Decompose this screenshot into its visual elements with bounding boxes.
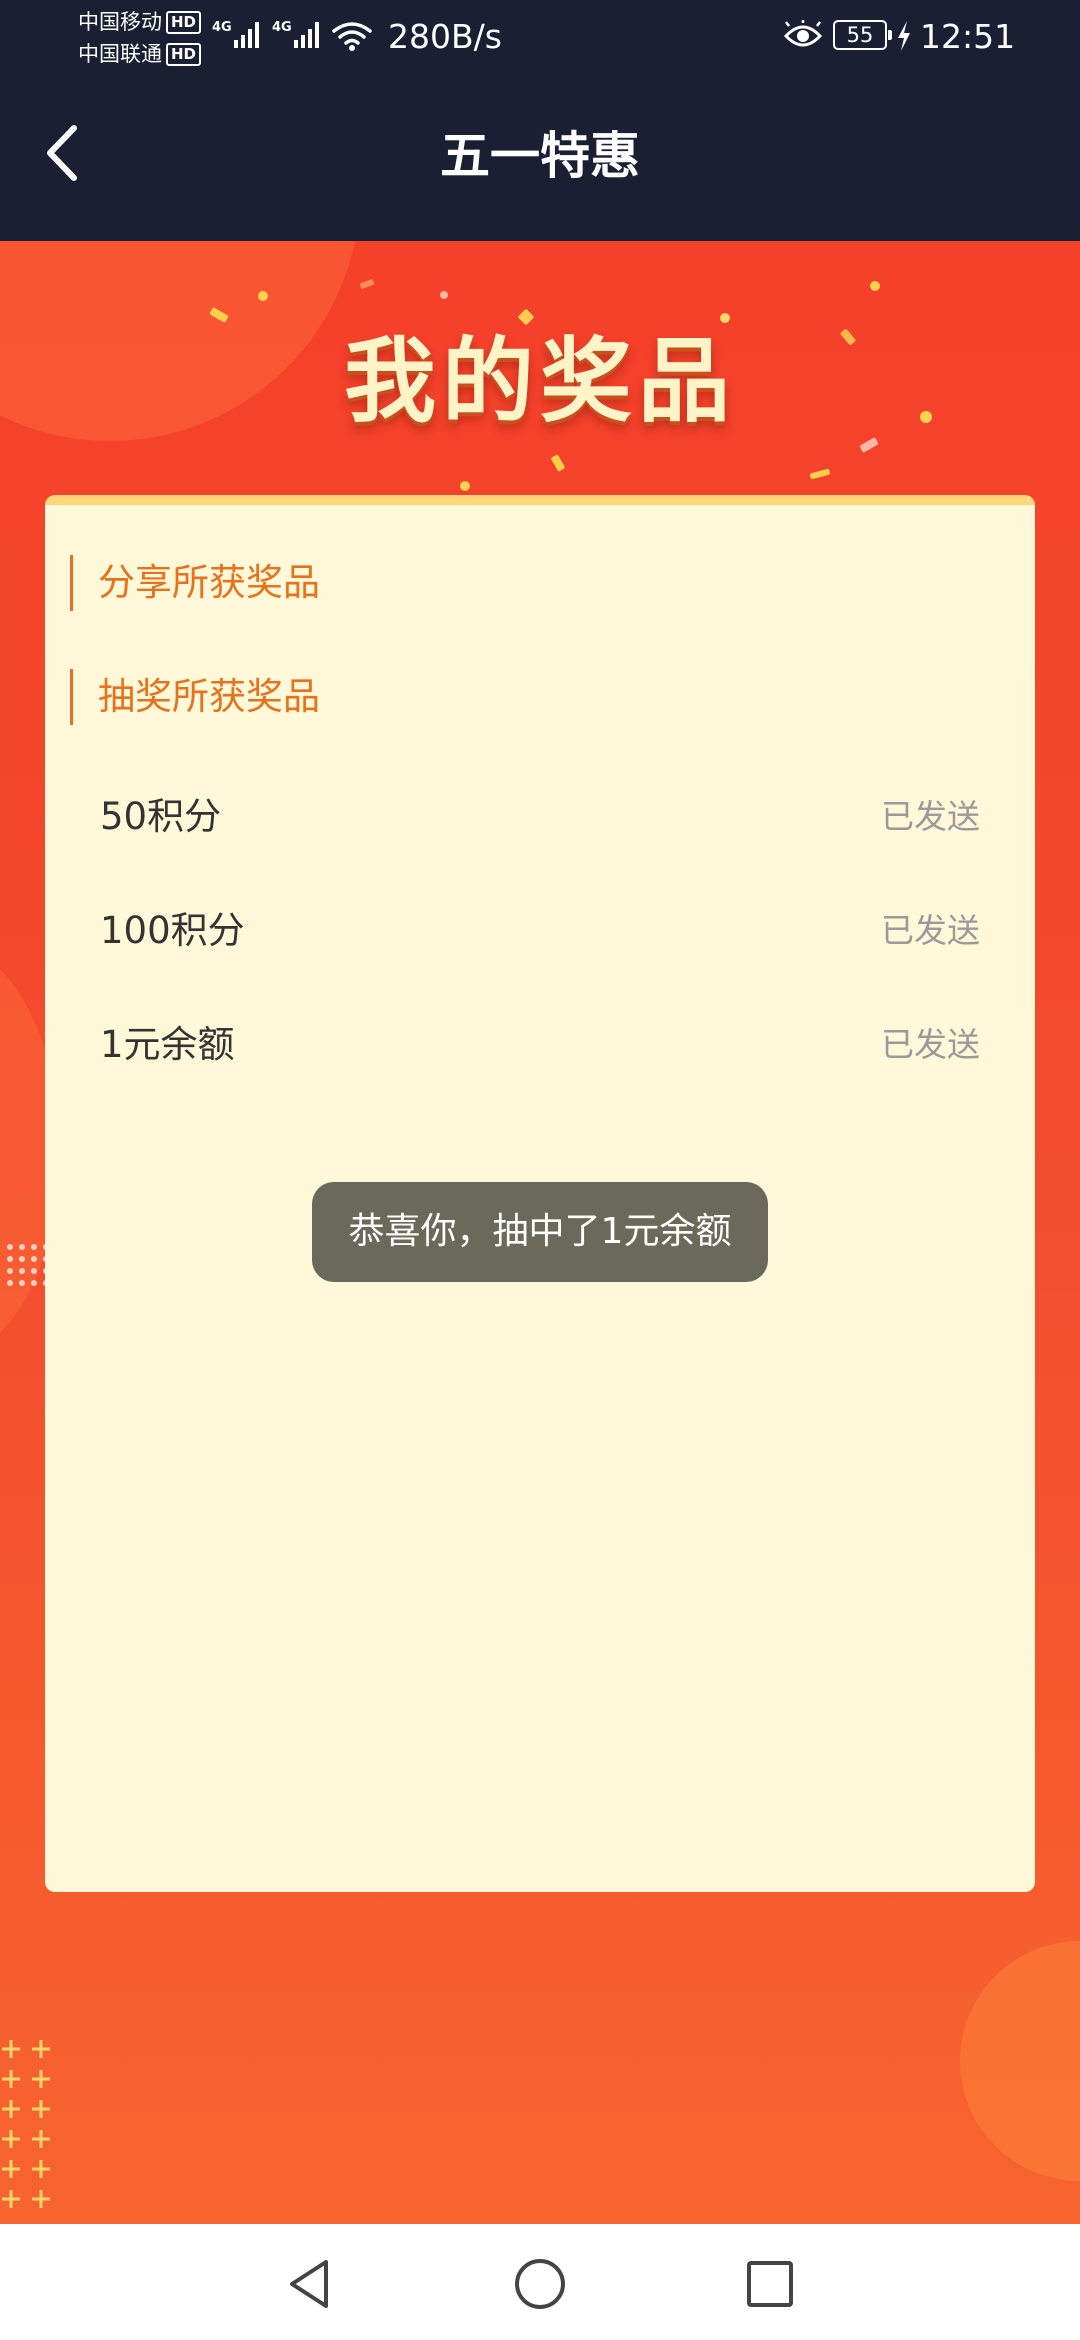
confetti-piece	[720, 313, 730, 323]
share-prizes-heading: 分享所获奖品	[70, 555, 320, 611]
confetti-piece	[440, 291, 448, 299]
triangle-back-icon	[290, 2260, 328, 2308]
confetti-piece	[359, 278, 375, 290]
prize-status: 已发送	[881, 797, 980, 836]
plus-grid-decoration	[2, 2040, 50, 2208]
confetti-piece	[550, 454, 566, 472]
signal-icon-2: 4G	[272, 20, 322, 48]
confetti-piece	[870, 281, 880, 291]
confetti-piece	[517, 308, 535, 326]
system-navigation-bar	[0, 2224, 1080, 2340]
confetti-piece	[809, 468, 831, 480]
charging-bolt-icon	[898, 21, 910, 51]
nav-recent-apps-button[interactable]	[740, 2254, 800, 2314]
toast-message: 恭喜你，抽中了1元余额	[312, 1182, 768, 1282]
carrier-info: 中国移动 HD 中国联通 HD	[78, 6, 202, 70]
carrier-2: 中国联通 HD	[78, 38, 202, 70]
network-tag-2: 4G	[272, 20, 292, 35]
carrier-1-name: 中国移动	[78, 10, 162, 34]
prize-row: 50积分 已发送	[100, 789, 980, 845]
prize-row: 100积分 已发送	[100, 903, 980, 959]
network-tag-1: 4G	[212, 20, 232, 35]
battery-icon: 55	[833, 20, 892, 50]
status-bar: 中国移动 HD 中国联通 HD 4G 4G 280B/s 55 12:51	[0, 0, 1080, 76]
lottery-prizes-heading: 抽奖所获奖品	[70, 669, 320, 725]
clock: 12:51	[920, 17, 1016, 56]
signal-icon-1: 4G	[212, 20, 262, 48]
decorative-circle	[960, 1941, 1080, 2181]
network-speed: 280B/s	[388, 17, 502, 56]
prize-row: 1元余额 已发送	[100, 1017, 980, 1073]
carrier-1-hd-badge: HD	[166, 10, 202, 34]
prize-status: 已发送	[881, 1025, 980, 1064]
eye-comfort-icon	[783, 20, 823, 47]
confetti-piece	[859, 437, 879, 453]
carrier-1: 中国移动 HD	[78, 6, 202, 38]
title-bar: 五一特惠	[0, 76, 1080, 241]
wifi-icon	[332, 22, 372, 51]
carrier-2-name: 中国联通	[78, 42, 162, 66]
circle-home-icon	[515, 2259, 565, 2309]
prize-name: 100积分	[100, 909, 245, 952]
dot-grid-decoration	[7, 1244, 48, 1286]
carrier-2-hd-badge: HD	[166, 42, 202, 66]
my-prizes-heading: 我的奖品	[343, 328, 736, 435]
nav-home-button[interactable]	[510, 2254, 570, 2314]
prize-name: 50积分	[100, 795, 222, 838]
confetti-piece	[258, 291, 268, 301]
confetti-piece	[460, 481, 470, 491]
square-recent-icon	[747, 2261, 793, 2307]
nav-back-button[interactable]	[280, 2254, 340, 2314]
prize-status: 已发送	[881, 911, 980, 950]
prize-name: 1元余额	[100, 1023, 235, 1066]
page-title: 五一特惠	[440, 127, 640, 185]
